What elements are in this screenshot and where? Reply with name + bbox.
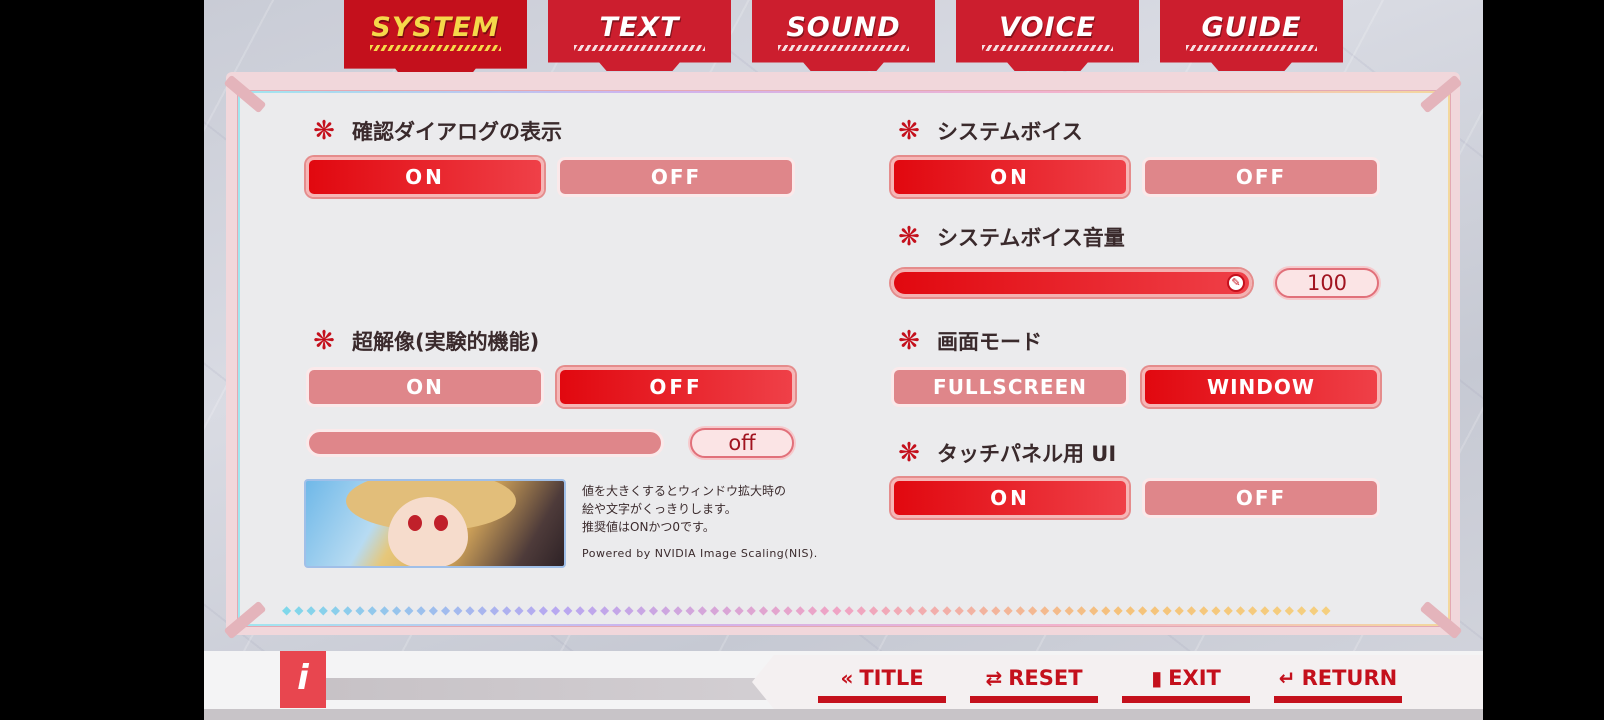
super-resolution-slider[interactable] <box>306 429 664 457</box>
confirm-dialog-off-button[interactable]: OFF <box>557 157 795 197</box>
description-line: 絵や文字がくっきりします。 <box>582 502 737 516</box>
tab-label: TEXT <box>599 12 680 43</box>
tab-voice[interactable]: VOICE <box>956 0 1139 71</box>
button-label: ON <box>406 375 444 399</box>
nav-label: TITLE <box>859 666 924 690</box>
touch-panel-ui-off-button[interactable]: OFF <box>1142 478 1380 518</box>
section-screen-mode-title: ❋ 画面モード <box>895 326 1042 356</box>
tab-stripe-decoration <box>574 45 705 51</box>
nav-label: RESET <box>1008 666 1083 690</box>
tab-label: VOICE <box>999 12 1096 43</box>
preview-eye <box>408 515 422 531</box>
button-label: FULLSCREEN <box>933 375 1087 399</box>
section-title-text: 超解像(実験的機能) <box>352 330 540 354</box>
system-voice-off-button[interactable]: OFF <box>1142 157 1380 197</box>
tab-system[interactable]: SYSTEM <box>344 0 527 78</box>
tab-label: GUIDE <box>1201 12 1302 43</box>
section-title-text: 確認ダイアログの表示 <box>352 120 562 144</box>
super-resolution-value: off <box>690 428 794 458</box>
tab-guide[interactable]: GUIDE <box>1160 0 1343 71</box>
return-arrow-icon: ↵ <box>1278 666 1296 690</box>
description-line: 値を大きくするとウィンドウ拡大時の <box>582 484 787 498</box>
value-text: off <box>728 431 756 455</box>
snowflake-icon: ❋ <box>898 438 920 468</box>
screen-mode-fullscreen-button[interactable]: FULLSCREEN <box>891 367 1129 407</box>
confirm-dialog-on-button[interactable]: ON <box>306 157 544 197</box>
snowflake-icon: ❋ <box>313 326 335 356</box>
tab-text[interactable]: TEXT <box>548 0 731 71</box>
button-label: ON <box>405 165 445 189</box>
system-voice-volume-slider[interactable]: ✎ <box>891 269 1252 297</box>
section-title-text: 画面モード <box>937 330 1042 354</box>
section-confirm-dialog-title: ❋ 確認ダイアログの表示 <box>310 116 562 146</box>
snowflake-icon: ❋ <box>898 326 920 356</box>
powered-by-text: Powered by NVIDIA Image Scaling(NIS). <box>582 547 818 560</box>
tab-stripe-decoration <box>778 45 909 51</box>
exit-button[interactable]: ▮ EXIT <box>1122 663 1250 703</box>
button-label: WINDOW <box>1207 375 1315 399</box>
super-resolution-off-button[interactable]: OFF <box>557 367 795 407</box>
super-resolution-on-button[interactable]: ON <box>306 367 544 407</box>
nav-underline <box>1274 696 1402 703</box>
section-title-text: システムボイス音量 <box>937 226 1125 250</box>
info-icon-glyph: i <box>297 658 309 698</box>
system-voice-on-button[interactable]: ON <box>891 157 1129 197</box>
snowflake-icon: ❋ <box>313 116 335 146</box>
button-label: ON <box>990 165 1030 189</box>
touch-panel-ui-on-button[interactable]: ON <box>891 478 1129 518</box>
tab-stripe-decoration <box>1186 45 1317 51</box>
button-label: OFF <box>1235 486 1287 510</box>
screen-mode-window-button[interactable]: WINDOW <box>1142 367 1380 407</box>
button-label: ON <box>990 486 1030 510</box>
bottom-strip <box>204 709 1483 720</box>
tab-stripe-decoration <box>370 45 501 51</box>
system-voice-volume-value: 100 <box>1275 268 1379 298</box>
section-touch-panel-ui-title: ❋ タッチパネル用 UI <box>895 438 1116 468</box>
preview-image <box>304 479 566 568</box>
nav-label: EXIT <box>1168 666 1221 690</box>
swap-arrows-icon: ⇄ <box>985 666 1003 690</box>
snowflake-icon: ❋ <box>898 116 920 146</box>
section-title-text: タッチパネル用 UI <box>937 442 1117 466</box>
super-resolution-description: 値を大きくするとウィンドウ拡大時の 絵や文字がくっきりします。 推奨値はONかつ… <box>582 482 786 536</box>
diamond-border-decoration: ◆◆◆◆◆◆◆◆◆◆◆◆◆◆◆◆◆◆◆◆◆◆◆◆◆◆◆◆◆◆◆◆◆◆◆◆◆◆◆◆… <box>282 603 1402 617</box>
tab-label: SYSTEM <box>371 12 500 43</box>
slider-knob-icon[interactable]: ✎ <box>1227 274 1245 292</box>
tab-sound[interactable]: SOUND <box>752 0 935 71</box>
snowflake-icon: ❋ <box>898 222 920 252</box>
title-button[interactable]: « TITLE <box>818 663 946 703</box>
double-chevron-left-icon: « <box>840 666 854 690</box>
preview-face <box>388 497 468 566</box>
nav-label: RETURN <box>1301 666 1398 690</box>
button-label: OFF <box>649 375 703 399</box>
preview-eye <box>434 515 448 531</box>
value-text: 100 <box>1306 271 1348 295</box>
return-button[interactable]: ↵ RETURN <box>1274 663 1402 703</box>
info-icon[interactable]: i <box>280 651 326 708</box>
button-label: OFF <box>650 165 702 189</box>
tab-stripe-decoration <box>982 45 1113 51</box>
description-line: 推奨値はONかつ0です。 <box>582 520 715 534</box>
nav-underline <box>1122 696 1250 703</box>
reset-button[interactable]: ⇄ RESET <box>970 663 1098 703</box>
nav-underline <box>970 696 1098 703</box>
section-title-text: システムボイス <box>937 120 1083 144</box>
section-super-resolution-title: ❋ 超解像(実験的機能) <box>310 326 539 356</box>
section-system-voice-title: ❋ システムボイス <box>895 116 1083 146</box>
button-label: OFF <box>1235 165 1287 189</box>
door-exit-icon: ▮ <box>1151 666 1163 690</box>
section-system-voice-volume-title: ❋ システムボイス音量 <box>895 222 1125 252</box>
tab-label: SOUND <box>786 12 901 43</box>
nav-underline <box>818 696 946 703</box>
